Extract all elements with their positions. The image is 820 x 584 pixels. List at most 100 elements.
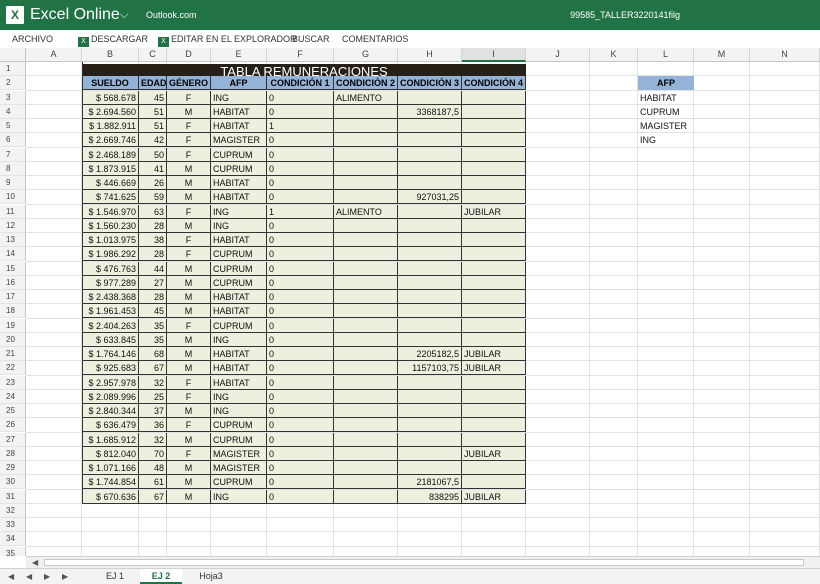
table-cell[interactable]: ALIMENTO [334, 205, 398, 219]
table-cell[interactable]: ING [211, 333, 267, 347]
row-header[interactable]: 28 [0, 447, 26, 461]
table-cell[interactable]: 0 [267, 347, 334, 361]
table-cell[interactable]: 70 [139, 447, 167, 461]
table-cell[interactable]: 59 [139, 190, 167, 204]
table-cell[interactable]: F [167, 376, 211, 390]
sheet-tab[interactable]: EJ 2 [140, 569, 182, 584]
afp-list-item[interactable]: ING [638, 133, 694, 147]
table-cell[interactable] [462, 133, 526, 147]
table-cell[interactable]: ING [211, 91, 267, 105]
table-cell[interactable]: CUPRUM [211, 148, 267, 162]
row-header[interactable]: 9 [0, 176, 26, 190]
table-cell[interactable]: ALIMENTO [334, 91, 398, 105]
table-cell[interactable]: 25 [139, 390, 167, 404]
table-cell[interactable]: M [167, 276, 211, 290]
table-cell[interactable] [334, 333, 398, 347]
table-cell[interactable]: 44 [139, 262, 167, 276]
table-cell[interactable]: 27 [139, 276, 167, 290]
table-cell[interactable]: M [167, 433, 211, 447]
table-cell[interactable]: $ 1.546.970 [82, 205, 139, 219]
row-header[interactable]: 27 [0, 433, 26, 447]
table-cell[interactable]: CUPRUM [211, 433, 267, 447]
outlook-link[interactable]: Outlook.com [146, 9, 197, 21]
column-header[interactable]: J [526, 48, 590, 62]
row-header[interactable]: 22 [0, 361, 26, 375]
app-name[interactable]: Excel Online [30, 5, 120, 25]
table-cell[interactable]: $ 1.685.912 [82, 433, 139, 447]
scroll-left-icon[interactable]: ◀ [32, 557, 38, 568]
table-cell[interactable]: 0 [267, 404, 334, 418]
table-header-cell[interactable]: EDAD [139, 76, 167, 90]
row-header[interactable]: 3 [0, 91, 26, 105]
table-cell[interactable] [334, 133, 398, 147]
table-cell[interactable]: 67 [139, 490, 167, 504]
table-cell[interactable] [334, 304, 398, 318]
table-cell[interactable]: M [167, 105, 211, 119]
table-cell[interactable]: 0 [267, 433, 334, 447]
table-cell[interactable]: M [167, 490, 211, 504]
table-cell[interactable] [334, 162, 398, 176]
table-cell[interactable]: 45 [139, 304, 167, 318]
row-header[interactable]: 15 [0, 262, 26, 276]
table-cell[interactable]: CUPRUM [211, 276, 267, 290]
table-cell[interactable] [334, 190, 398, 204]
row-header[interactable]: 19 [0, 319, 26, 333]
row-header[interactable]: 32 [0, 504, 26, 518]
table-cell[interactable] [334, 390, 398, 404]
table-cell[interactable]: 0 [267, 376, 334, 390]
table-cell[interactable] [462, 91, 526, 105]
table-cell[interactable] [398, 247, 462, 261]
table-cell[interactable] [334, 233, 398, 247]
table-header-cell[interactable]: CONDICIÓN 2 [334, 76, 398, 90]
table-cell[interactable]: 0 [267, 148, 334, 162]
table-cell[interactable]: HABITAT [211, 290, 267, 304]
table-cell[interactable]: 0 [267, 133, 334, 147]
table-cell[interactable] [334, 319, 398, 333]
table-cell[interactable]: HABITAT [211, 233, 267, 247]
table-cell[interactable]: 0 [267, 490, 334, 504]
table-cell[interactable]: ING [211, 404, 267, 418]
table-cell[interactable]: M [167, 162, 211, 176]
table-cell[interactable]: 28 [139, 290, 167, 304]
table-cell[interactable]: 35 [139, 333, 167, 347]
table-cell[interactable]: 0 [267, 276, 334, 290]
table-cell[interactable]: 0 [267, 105, 334, 119]
table-cell[interactable]: ING [211, 490, 267, 504]
table-cell[interactable]: HABITAT [211, 376, 267, 390]
table-cell[interactable]: $ 446.669 [82, 176, 139, 190]
row-header[interactable]: 23 [0, 376, 26, 390]
table-cell[interactable]: 37 [139, 404, 167, 418]
chevron-down-icon[interactable]: ⌵ [120, 7, 128, 23]
comments-button[interactable]: COMENTARIOS [342, 33, 408, 45]
table-cell[interactable]: 26 [139, 176, 167, 190]
table-cell[interactable] [462, 148, 526, 162]
table-cell[interactable]: $ 633.845 [82, 333, 139, 347]
table-cell[interactable]: 1 [267, 205, 334, 219]
column-header[interactable]: E [211, 48, 267, 62]
table-cell[interactable] [334, 347, 398, 361]
table-cell[interactable]: $ 636.479 [82, 418, 139, 432]
column-header[interactable]: M [694, 48, 750, 62]
table-cell[interactable]: 41 [139, 162, 167, 176]
sheet-tab[interactable]: EJ 1 [94, 569, 136, 584]
table-cell[interactable] [398, 205, 462, 219]
table-cell[interactable]: 0 [267, 461, 334, 475]
table-cell[interactable] [462, 262, 526, 276]
table-cell[interactable]: 45 [139, 91, 167, 105]
table-cell[interactable]: F [167, 418, 211, 432]
table-cell[interactable]: F [167, 91, 211, 105]
table-cell[interactable]: 28 [139, 247, 167, 261]
table-cell[interactable]: 0 [267, 304, 334, 318]
row-header[interactable]: 21 [0, 347, 26, 361]
table-cell[interactable]: $ 1.961.453 [82, 304, 139, 318]
table-cell[interactable]: $ 977.289 [82, 276, 139, 290]
table-cell[interactable] [334, 404, 398, 418]
table-cell[interactable]: 0 [267, 247, 334, 261]
row-header[interactable]: 18 [0, 304, 26, 318]
table-cell[interactable]: 63 [139, 205, 167, 219]
table-cell[interactable] [398, 91, 462, 105]
search-button[interactable]: BUSCAR [292, 33, 330, 45]
table-cell[interactable] [334, 247, 398, 261]
table-cell[interactable]: M [167, 461, 211, 475]
table-cell[interactable] [462, 176, 526, 190]
